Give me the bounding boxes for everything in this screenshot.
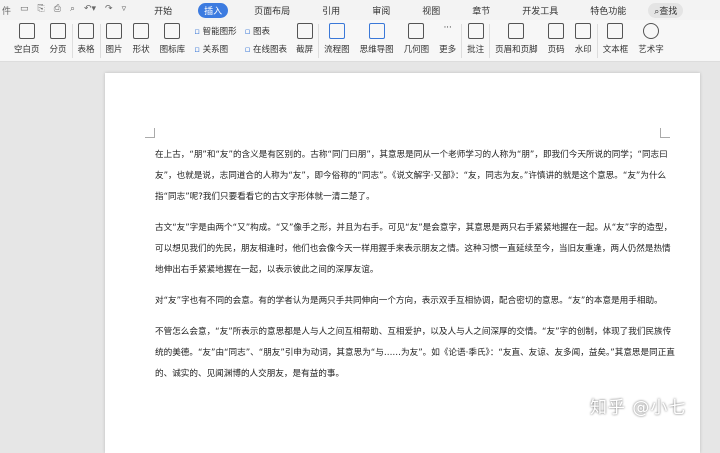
textbox-icon bbox=[607, 23, 624, 39]
online-chart-button[interactable]: 在线图表 bbox=[245, 43, 287, 55]
watermark-text: 知乎 @小七 bbox=[590, 398, 687, 418]
icon-library-button[interactable]: 图标库 bbox=[155, 20, 191, 60]
blank-page-button[interactable]: 空白页 bbox=[0, 20, 45, 60]
flowchart-button[interactable]: 流程图 bbox=[319, 20, 355, 60]
document-body[interactable]: 在上古，“朋”和“友”的含义是有区别的。古称“同门曰朋”，其意思是同从一个老师学… bbox=[155, 145, 675, 395]
flowchart-icon bbox=[328, 23, 345, 39]
geometry-icon bbox=[408, 23, 425, 39]
label: 艺术字 bbox=[638, 45, 664, 55]
paragraph: 在上古，“朋”和“友”的含义是有区别的。古称“同门曰朋”，其意思是同从一个老师学… bbox=[155, 150, 668, 202]
textbox-button[interactable]: 文本框 bbox=[598, 20, 634, 60]
more-icon: ··· bbox=[443, 23, 452, 33]
label: 页眉和页脚 bbox=[495, 45, 538, 55]
table-icon bbox=[78, 23, 95, 39]
smart-art-button[interactable]: 智能图形 bbox=[194, 25, 237, 37]
page-break-button[interactable]: 分页 bbox=[45, 20, 72, 60]
shape-button[interactable]: 形状 bbox=[128, 20, 155, 60]
tab-review[interactable]: 审阅 bbox=[366, 3, 396, 18]
picture-button[interactable]: 图片 bbox=[101, 20, 128, 60]
icon-library-icon bbox=[164, 23, 181, 39]
paragraph: 对“友”字也有不同的会意。有的学者认为是两只手共同伸向一个方向，表示双手互相协调… bbox=[155, 296, 663, 306]
tab-references[interactable]: 引用 bbox=[316, 3, 346, 18]
tab-view[interactable]: 视图 bbox=[416, 3, 446, 18]
relation-chart-button[interactable]: 关系图 bbox=[194, 43, 236, 55]
label: 思维导图 bbox=[359, 45, 394, 55]
comment-button[interactable]: 批注 bbox=[462, 20, 489, 60]
blank-page-icon bbox=[18, 23, 35, 39]
tab-home[interactable]: 开始 bbox=[148, 3, 178, 18]
file-menu[interactable]: 件 bbox=[2, 4, 11, 17]
title-bar: 件 ▭ ⎘ ⎙ ⌕ ↶▾ ↷ ▿ 开始 插入 页面布局 引用 审阅 视图 章节 … bbox=[0, 0, 720, 20]
redo-icon[interactable]: ↷ bbox=[105, 4, 113, 17]
label: 分页 bbox=[49, 45, 67, 55]
tab-section[interactable]: 章节 bbox=[466, 3, 496, 18]
watermark-button[interactable]: 水印 bbox=[570, 20, 597, 60]
page-number-icon bbox=[548, 23, 565, 39]
label: 流程图 bbox=[324, 45, 350, 55]
label: 文本框 bbox=[602, 45, 629, 55]
wordart-button[interactable]: 艺术字 bbox=[633, 20, 669, 60]
table-button[interactable]: 表格 bbox=[73, 20, 100, 60]
wordart-icon bbox=[642, 23, 659, 39]
tab-insert[interactable]: 插入 bbox=[198, 2, 229, 18]
label: 几何图 bbox=[403, 45, 430, 55]
label: 图标库 bbox=[159, 45, 186, 55]
label: 更多 bbox=[439, 45, 457, 55]
label: 页码 bbox=[547, 45, 565, 55]
paragraph: 古文“友”字是由两个“又”构成。“又”像手之形，并且为右手。可见“友”是会意字，… bbox=[155, 223, 673, 275]
ribbon-insert: 空白页 分页 表格 图片 形状 图标库 智能图形关系图 图表在线图表 截屏 流程… bbox=[0, 20, 720, 62]
tab-features[interactable]: 特色功能 bbox=[584, 3, 632, 18]
tab-page-layout[interactable]: 页面布局 bbox=[248, 3, 296, 18]
screenshot-icon bbox=[296, 23, 313, 39]
header-footer-button[interactable]: 页眉和页脚 bbox=[490, 20, 543, 60]
page-number-button[interactable]: 页码 bbox=[543, 20, 570, 60]
tab-developer[interactable]: 开发工具 bbox=[516, 3, 564, 18]
label: 图片 bbox=[105, 45, 123, 55]
print-icon[interactable]: ⎙ bbox=[54, 4, 61, 17]
label: 表格 bbox=[77, 45, 95, 55]
more-button[interactable]: ··· 更多 bbox=[434, 20, 461, 60]
screenshot-button[interactable]: 截屏 bbox=[291, 20, 318, 60]
geometry-button[interactable]: 几何图 bbox=[399, 20, 435, 60]
margin-corner-mark bbox=[660, 128, 670, 138]
chart-button[interactable]: 图表 bbox=[245, 25, 287, 37]
paragraph: 不管怎么会意，“友”所表示的意思都是人与人之间互相帮助、互相爱护，以及人与人之间… bbox=[155, 327, 675, 379]
label: 形状 bbox=[132, 45, 150, 55]
save-icon[interactable]: ▭ bbox=[20, 4, 29, 17]
label: 空白页 bbox=[14, 45, 40, 55]
header-footer-icon bbox=[508, 23, 525, 39]
watermark-icon bbox=[575, 23, 592, 39]
export-icon[interactable]: ⎘ bbox=[38, 4, 45, 17]
search-button[interactable]: ⌕查找 bbox=[648, 2, 684, 18]
picture-icon bbox=[106, 23, 123, 39]
comment-icon bbox=[467, 23, 484, 39]
shape-icon bbox=[133, 23, 150, 39]
chart-group: 图表在线图表 bbox=[241, 20, 291, 60]
margin-corner-mark bbox=[145, 128, 155, 138]
smart-graphics-group: 智能图形关系图 bbox=[190, 20, 240, 60]
mindmap-button[interactable]: 思维导图 bbox=[355, 20, 399, 60]
mindmap-icon bbox=[368, 23, 385, 39]
label: 截屏 bbox=[296, 45, 314, 55]
undo-icon[interactable]: ↶▾ bbox=[84, 4, 96, 17]
search-label: 查找 bbox=[659, 6, 678, 17]
preview-icon[interactable]: ⌕ bbox=[70, 4, 75, 17]
label: 水印 bbox=[574, 45, 592, 55]
quick-access-toolbar: 件 ▭ ⎘ ⎙ ⌕ ↶▾ ↷ ▿ bbox=[2, 4, 126, 17]
page-break-icon bbox=[50, 23, 67, 39]
label: 批注 bbox=[467, 45, 485, 55]
customize-icon[interactable]: ▿ bbox=[122, 4, 127, 17]
